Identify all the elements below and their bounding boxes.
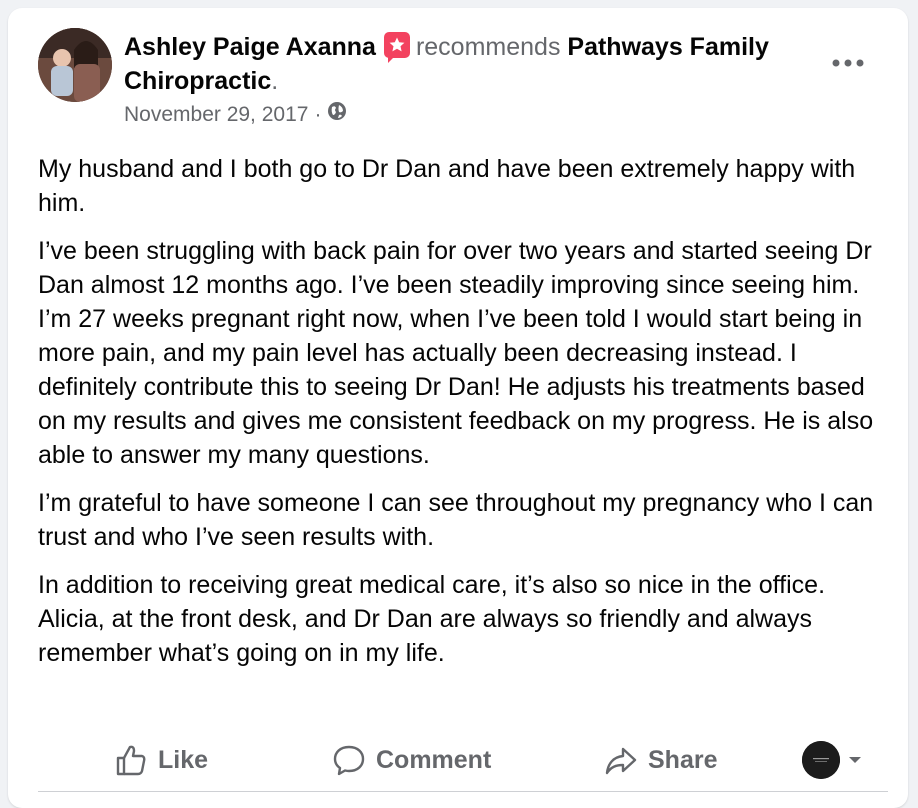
thumbs-up-icon [116,745,146,776]
react-as-profile-selector[interactable] [802,730,872,790]
like-label: Like [158,745,209,774]
post-timestamp-row: November 29, 2017 · [124,101,347,129]
author-avatar[interactable] [38,28,112,102]
page-name-suffix: . [271,67,279,95]
separator-dot: · [314,103,322,126]
comment-bubble-icon [333,745,365,776]
post-date[interactable]: November 29, 2017 [124,101,308,129]
author-name[interactable]: Ashley Paige Axanna [124,33,376,61]
recommend-badge-icon [383,32,410,63]
post-action-bar: Like Comment Share [38,730,888,790]
post-paragraph: I’ve been struggling with back pain for … [38,237,874,469]
like-button[interactable]: Like [114,730,208,790]
share-arrow-icon [605,747,637,775]
comment-label: Comment [376,745,492,774]
post-body: My husband and I both go to Dr Dan and h… [38,152,888,684]
post-paragraph: In addition to receiving great medical c… [38,571,826,667]
review-post-card: Ashley Paige Axanna recommends Pathways F… [8,8,908,808]
caret-down-icon [849,757,861,763]
share-button[interactable]: Share [604,730,717,790]
post-header: Ashley Paige Axanna recommends Pathways F… [124,30,804,98]
globe-icon[interactable] [327,101,347,129]
bottom-divider [38,791,888,792]
share-label: Share [648,745,718,774]
more-options-icon[interactable] [826,48,870,78]
recommends-verb: recommends [415,33,561,61]
post-paragraph: My husband and I both go to Dr Dan and h… [38,155,856,217]
page-profile-avatar [802,741,840,779]
post-paragraph: I’m grateful to have someone I can see t… [38,489,874,551]
comment-button[interactable]: Comment [332,730,491,790]
